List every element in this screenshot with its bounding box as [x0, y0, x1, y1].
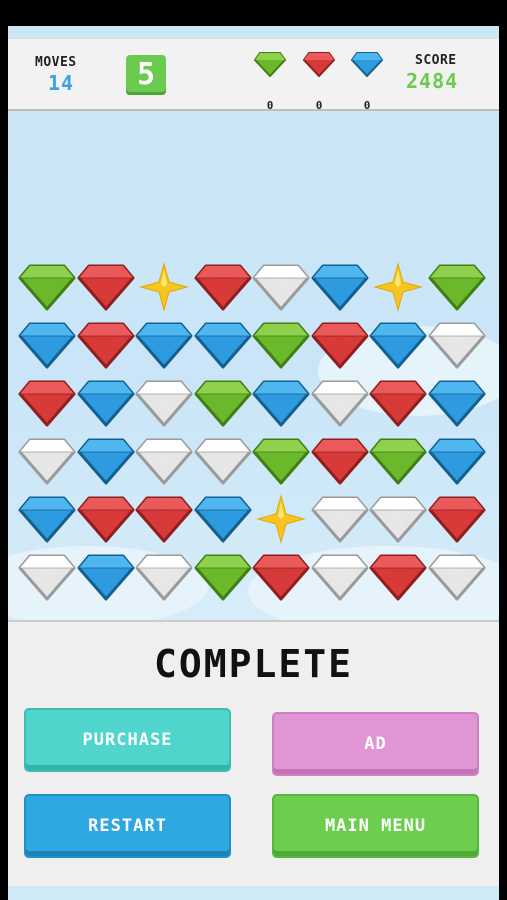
red-gem-icon[interactable] — [311, 320, 369, 370]
red-gem-icon[interactable] — [77, 494, 135, 544]
white-gem-icon[interactable] — [428, 552, 486, 602]
score-label: SCORE — [415, 53, 457, 68]
blue-gem-icon[interactable] — [428, 378, 486, 428]
red-gem-icon — [302, 51, 336, 78]
green-gem-icon[interactable] — [428, 262, 486, 312]
white-gem-icon[interactable] — [135, 436, 193, 486]
red-gem-icon[interactable] — [77, 262, 135, 312]
game-screen: MOVES 14 5 0 0 0 SCORE 2484 COMPLETE PUR… — [8, 26, 499, 900]
blue-gem-icon[interactable] — [194, 320, 252, 370]
white-gem-icon[interactable] — [369, 494, 427, 544]
red-gem-icon[interactable] — [369, 552, 427, 602]
red-gem-icon[interactable] — [18, 378, 76, 428]
white-gem-icon[interactable] — [428, 320, 486, 370]
green-gem-icon[interactable] — [369, 436, 427, 486]
level-badge: 5 — [126, 55, 166, 95]
ad-button[interactable]: AD — [274, 714, 477, 774]
complete-panel: COMPLETE PURCHASE AD RESTART MAIN MENU — [8, 620, 499, 888]
hud-bar: MOVES 14 5 0 0 0 SCORE 2484 — [8, 38, 499, 112]
green-gem-icon[interactable] — [252, 436, 310, 486]
red-gem-icon[interactable] — [194, 262, 252, 312]
blue-gem-icon[interactable] — [252, 378, 310, 428]
blue-gem-icon[interactable] — [18, 320, 76, 370]
score-value: 2484 — [406, 69, 459, 93]
blue-gem-icon[interactable] — [77, 378, 135, 428]
red-gem-icon[interactable] — [77, 320, 135, 370]
blue-gem-icon[interactable] — [428, 436, 486, 486]
blue-gem-icon[interactable] — [77, 436, 135, 486]
blue-gem-icon[interactable] — [135, 320, 193, 370]
white-gem-icon[interactable] — [135, 378, 193, 428]
green-gem-icon[interactable] — [252, 320, 310, 370]
blue-gem-icon[interactable] — [194, 494, 252, 544]
white-gem-icon[interactable] — [311, 494, 369, 544]
white-gem-icon[interactable] — [311, 378, 369, 428]
white-gem-icon[interactable] — [252, 262, 310, 312]
panel-title: COMPLETE — [153, 642, 354, 686]
blue-gem-count: 0 — [363, 99, 371, 112]
red-gem-count: 0 — [315, 99, 323, 112]
green-gem-icon[interactable] — [18, 262, 76, 312]
red-gem-icon[interactable] — [135, 494, 193, 544]
blue-gem-icon[interactable] — [311, 262, 369, 312]
star-sparkle-icon[interactable] — [135, 262, 193, 312]
green-gem-icon[interactable] — [194, 552, 252, 602]
white-gem-icon[interactable] — [18, 552, 76, 602]
green-gem-icon[interactable] — [194, 378, 252, 428]
red-gem-icon[interactable] — [369, 378, 427, 428]
restart-button[interactable]: RESTART — [26, 796, 229, 856]
star-sparkle-icon[interactable] — [252, 494, 310, 544]
purchase-button[interactable]: PURCHASE — [26, 710, 229, 770]
white-gem-icon[interactable] — [18, 436, 76, 486]
red-gem-icon[interactable] — [252, 552, 310, 602]
red-gem-icon[interactable] — [311, 436, 369, 486]
red-gem-icon[interactable] — [428, 494, 486, 544]
white-gem-icon[interactable] — [194, 436, 252, 486]
blue-gem-icon[interactable] — [18, 494, 76, 544]
moves-label: MOVES — [35, 55, 77, 70]
bottom-strip — [8, 886, 499, 900]
green-gem-icon — [253, 51, 287, 78]
main-menu-button[interactable]: MAIN MENU — [274, 796, 477, 856]
moves-value: 14 — [48, 71, 75, 95]
blue-gem-icon — [350, 51, 384, 78]
green-gem-count: 0 — [266, 99, 274, 112]
blue-gem-icon[interactable] — [77, 552, 135, 602]
white-gem-icon[interactable] — [311, 552, 369, 602]
white-gem-icon[interactable] — [135, 552, 193, 602]
star-sparkle-icon[interactable] — [369, 262, 427, 312]
blue-gem-icon[interactable] — [369, 320, 427, 370]
